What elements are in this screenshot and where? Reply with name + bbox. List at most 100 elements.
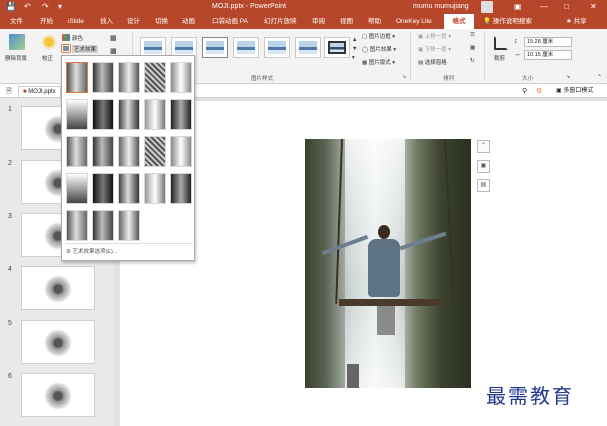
picture-style-7[interactable] (324, 37, 350, 58)
selected-picture[interactable] (305, 139, 471, 388)
multi-window-button[interactable]: ▣ 多窗口模式 (556, 86, 593, 96)
undo-icon[interactable]: ↶ (24, 1, 31, 13)
tab-home[interactable]: 开始 (38, 14, 55, 29)
size-launcher-icon[interactable]: ↘ (566, 74, 570, 80)
style-preview (206, 41, 224, 54)
user-name[interactable]: mumu mumujiang (413, 1, 469, 13)
rotate-icon[interactable]: ↻ (470, 58, 475, 64)
width-icon: ↔ (514, 51, 521, 58)
artistic-effects-options[interactable]: ⚙ 艺术效果选项(E)... (66, 247, 117, 255)
artistic-effect-thumb[interactable] (170, 99, 192, 130)
color-icon[interactable] (62, 34, 70, 41)
format-picture-launcher-icon[interactable]: ↘ (402, 74, 406, 80)
separator (410, 32, 411, 80)
tab-view[interactable]: 视图 (338, 14, 355, 29)
gallery-down-icon[interactable]: ▼ (352, 46, 357, 52)
style-preview (144, 41, 162, 54)
save-icon[interactable]: 💾 (6, 1, 16, 13)
tab-pocket-animation[interactable]: 口袋动画 PA (210, 14, 250, 29)
send-backward-button[interactable]: ▣ 下移一层 ▾ (418, 45, 451, 53)
artistic-effect-thumb[interactable] (170, 62, 192, 93)
slide-thumbnail-4[interactable] (21, 266, 95, 310)
copy-icon[interactable]: ▤ (477, 179, 490, 192)
artistic-effect-thumb[interactable] (144, 136, 166, 167)
picture-layout-button[interactable]: ▦ 图片版式 ▾ (362, 58, 395, 66)
tab-format[interactable]: 格式 (444, 14, 474, 29)
height-field[interactable]: 15.28 厘米 (524, 37, 572, 47)
selection-pane-button[interactable]: ▤ 选择窗格 (418, 58, 447, 66)
share-button[interactable]: ★ 共享 (566, 14, 587, 29)
picture-effects-button[interactable]: ◯ 图片效果 ▾ (362, 45, 396, 53)
new-document-icon[interactable]: 🗎 (6, 87, 12, 98)
tab-review[interactable]: 审阅 (310, 14, 327, 29)
customize-toolbar-icon[interactable]: ▾ (58, 1, 62, 13)
tab-design[interactable]: 设计 (125, 14, 142, 29)
corrections-icon[interactable] (41, 34, 57, 50)
tab-file[interactable]: 文件 (8, 14, 25, 29)
tab-onekey-lite[interactable]: OneKey Lite (394, 14, 434, 29)
tab-islide[interactable]: iSlide (66, 14, 86, 29)
design-ideas-icon[interactable]: ▣ (477, 160, 490, 173)
artistic-effect-thumb[interactable] (118, 136, 140, 167)
picture-style-4[interactable] (233, 37, 259, 58)
artistic-effect-thumb[interactable] (92, 136, 114, 167)
artistic-effect-thumb[interactable] (170, 173, 192, 204)
artistic-effect-thumb[interactable] (66, 173, 88, 204)
artistic-effect-thumb[interactable] (66, 136, 88, 167)
artistic-effect-thumb[interactable] (118, 210, 140, 241)
avatar[interactable] (481, 1, 493, 13)
artistic-effect-thumb[interactable] (92, 99, 114, 130)
change-picture-icon[interactable]: ▩ (110, 47, 117, 55)
artistic-effect-thumb[interactable] (92, 173, 114, 204)
collapse-ribbon-icon[interactable]: ⌃ (597, 74, 602, 81)
tell-me-search[interactable]: 💡 操作说明搜索 (483, 14, 532, 29)
picture-style-6[interactable] (295, 37, 321, 58)
settings-icon[interactable]: ⚙ (536, 87, 542, 95)
redo-icon[interactable]: ↷ (42, 1, 49, 13)
gallery-more-icon[interactable]: ▾ (352, 55, 355, 61)
tab-insert[interactable]: 插入 (98, 14, 115, 29)
document-tab[interactable]: ■ MOJI.pptx (18, 86, 61, 97)
artistic-effect-thumb[interactable] (118, 173, 140, 204)
corrections-button[interactable]: 校正 (42, 54, 53, 62)
slide-thumbnail-5[interactable] (21, 320, 95, 364)
close-icon[interactable]: ✕ (590, 1, 597, 13)
remove-background-icon[interactable] (9, 34, 25, 50)
align-icon[interactable]: ☰ (470, 32, 475, 38)
bring-forward-button[interactable]: ▣ 上移一层 ▾ (418, 32, 451, 40)
artistic-effects-icon[interactable] (61, 44, 71, 53)
maximize-icon[interactable]: □ (564, 1, 569, 13)
artistic-effect-thumb[interactable] (118, 62, 140, 93)
minimize-icon[interactable]: — (540, 1, 548, 13)
tab-help[interactable]: 帮助 (366, 14, 383, 29)
tab-transitions[interactable]: 切换 (153, 14, 170, 29)
artistic-effect-thumb[interactable] (144, 62, 166, 93)
picture-style-3[interactable] (202, 37, 228, 58)
artistic-effects-button[interactable]: 艺术效果 (72, 45, 99, 53)
search-icon[interactable]: ⚲ (522, 87, 527, 95)
compress-pictures-icon[interactable]: ▦ (110, 34, 117, 42)
artistic-effect-thumb[interactable] (66, 210, 88, 241)
artistic-effect-thumb[interactable] (92, 210, 114, 241)
tab-slideshow[interactable]: 幻灯片放映 (262, 14, 299, 29)
picture-style-5[interactable] (264, 37, 290, 58)
artistic-effect-thumb[interactable] (118, 99, 140, 130)
artistic-effect-thumb[interactable] (170, 136, 192, 167)
slide-thumbnail-6[interactable] (21, 373, 95, 417)
picture-border-button[interactable]: ▢ 图片边框 ▾ (362, 32, 395, 40)
artistic-effect-thumb[interactable] (144, 99, 166, 130)
ribbon-display-icon[interactable]: ▣ (514, 1, 522, 13)
crop-icon[interactable] (494, 36, 508, 50)
artistic-effect-thumb[interactable] (144, 173, 166, 204)
remove-background-button[interactable]: 删除背景 (5, 54, 27, 62)
width-field[interactable]: 10.15 厘米 (524, 50, 572, 60)
color-button[interactable]: 颜色 (72, 34, 83, 42)
artistic-effect-thumb[interactable] (92, 62, 114, 93)
group-icon[interactable]: ▦ (470, 45, 475, 51)
gallery-up-icon[interactable]: ▲ (352, 37, 357, 43)
crop-button[interactable]: 裁剪 (494, 54, 505, 62)
artistic-effect-thumb[interactable] (66, 62, 88, 93)
layout-options-icon[interactable]: ⌃ (477, 140, 490, 153)
artistic-effect-thumb[interactable] (66, 99, 88, 130)
tab-animations[interactable]: 动画 (180, 14, 197, 29)
